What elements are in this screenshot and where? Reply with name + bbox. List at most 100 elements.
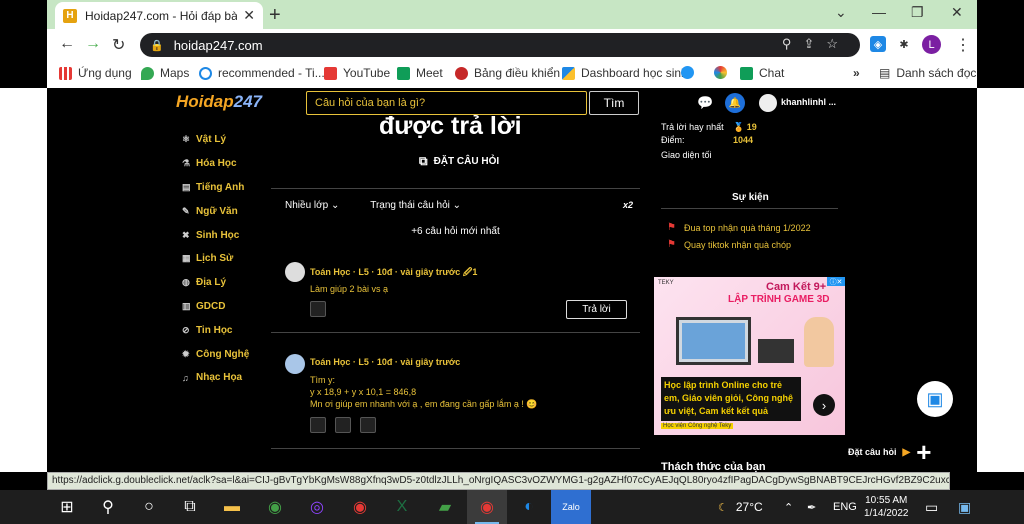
star-icon[interactable]: ☆ — [826, 36, 850, 51]
chatbot-icon[interactable]: ▣ — [917, 381, 953, 417]
messages-icon[interactable]: 💬 — [697, 95, 713, 111]
event-label: Quay tiktok nhận quà chóp — [683, 239, 792, 250]
subject-tieng-anh[interactable]: ▤ Tiếng Anh — [182, 176, 249, 200]
chrome-button[interactable]: ◉ — [255, 490, 295, 524]
username[interactable]: khanhlinhl ... — [781, 97, 836, 107]
language-indicator[interactable]: ENG — [833, 490, 857, 524]
subject-tin-hoc[interactable]: ⊘ Tin Học — [182, 318, 249, 342]
extension-shield-icon[interactable]: ◈ — [870, 36, 886, 52]
new-questions-link[interactable]: +6 câu hỏi mới nhất — [271, 226, 640, 237]
dark-theme-toggle[interactable]: Giao diện tối — [661, 150, 712, 160]
show-desktop-icon[interactable]: ▣ — [958, 490, 971, 524]
subject-dia-ly[interactable]: ◍ Địa Lý — [182, 271, 249, 295]
ad-next-icon[interactable]: › — [813, 394, 835, 416]
divider — [661, 208, 838, 209]
close-tab-icon[interactable]: ✕ — [243, 7, 255, 24]
forward-icon[interactable]: → — [85, 35, 101, 53]
zoom-icon[interactable]: ⚲ — [782, 36, 804, 51]
tab-hoidap247[interactable]: H Hoidap247.com - Hỏi đáp bài tập ✕ — [55, 2, 263, 29]
cortana-button[interactable]: ○ — [129, 490, 169, 524]
bookmark-youtube[interactable]: YouTube — [324, 66, 390, 80]
edge-button[interactable]: ◐ — [509, 490, 549, 524]
share-icon[interactable]: ⇪ — [803, 36, 826, 51]
search-button[interactable]: ⚲ — [88, 490, 128, 524]
subject-gdcd[interactable]: ▥ GDCD — [182, 295, 249, 319]
messenger-button[interactable]: ◎ — [297, 490, 337, 524]
notifications-icon[interactable]: ▭ — [925, 490, 938, 524]
event-link[interactable]: ⚑ Quay tiktok nhận quà chóp — [667, 239, 791, 250]
status-filter[interactable]: Trạng thái câu hỏi ⌄ — [370, 200, 461, 211]
ad-close-icon[interactable]: ⓘ✕ — [827, 277, 845, 286]
globe-icon — [681, 66, 694, 79]
events-title: Sự kiện — [732, 192, 769, 203]
subject-lich-su[interactable]: ▦ Lịch Sử — [182, 247, 249, 271]
advertisement[interactable]: TEKY Cam Kết 9+ LẬP TRÌNH GAME 3D Học lậ… — [654, 277, 845, 435]
site-logo[interactable]: Hoidap247 — [176, 92, 262, 112]
bookmark-maps[interactable]: Maps — [141, 66, 189, 80]
user-avatar[interactable] — [759, 94, 777, 112]
drive-icon — [562, 66, 575, 80]
back-icon[interactable]: ← — [59, 35, 75, 53]
subject-ngu-van[interactable]: ✎ Ngữ Văn — [182, 199, 249, 223]
subject-label: Nhạc Họa — [196, 372, 243, 384]
bookmark-colors[interactable] — [714, 66, 733, 79]
subject-hoa-hoc[interactable]: ⚗ Hóa Học — [182, 152, 249, 176]
subject-nhac-hoa[interactable]: ♫ Nhạc Họa — [182, 366, 249, 390]
subject-cong-nghe[interactable]: ✹ Công Nghệ — [182, 342, 249, 366]
plus-icon: + — [916, 437, 932, 467]
flask-icon: ⚗ — [182, 158, 191, 169]
attachment-thumbnail[interactable] — [360, 417, 376, 433]
event-link[interactable]: ⚑ Đua top nhận quà tháng 1/2022 — [667, 222, 811, 233]
bookmarks-overflow-icon[interactable]: » — [853, 66, 860, 80]
pen-icon[interactable]: ✒ — [807, 490, 816, 524]
ask-question-link[interactable]: ⧉ ĐẶT CÂU HỎI — [419, 154, 499, 169]
clock[interactable]: 10:55 AM 1/14/2022 — [864, 490, 909, 524]
zalo-button[interactable]: Zalo — [551, 490, 591, 524]
profile-avatar[interactable]: L — [922, 35, 941, 54]
chrome-profile-button[interactable]: ◉ — [340, 490, 380, 524]
menu-dots-icon[interactable]: ⋮ — [955, 35, 971, 55]
search-button[interactable]: Tìm — [589, 91, 639, 115]
ask-question-fab[interactable]: Đặt câu hỏi ▶ + — [848, 437, 932, 467]
notification-bell-icon[interactable]: 🔔 — [725, 93, 745, 113]
attachment-thumbnail[interactable] — [335, 417, 351, 433]
subject-label: Lịch Sử — [196, 253, 234, 265]
bookmark-chat[interactable]: Chat — [740, 66, 784, 80]
bookmark-apps[interactable]: Ứng dụng — [59, 66, 132, 80]
bookmark-student-dashboard[interactable]: Dashboard học sinh — [562, 66, 688, 80]
reading-list-label: Danh sách đọc — [896, 66, 977, 80]
minimize-icon[interactable]: — — [872, 4, 886, 20]
bookmark-meet[interactable]: Meet — [397, 66, 443, 80]
extensions-puzzle-icon[interactable]: ✱ — [896, 36, 912, 52]
grade-filter[interactable]: Nhiều lớp ⌄ — [285, 200, 339, 211]
subject-label: Công Nghệ — [196, 348, 250, 360]
task-view-button[interactable]: ⧉ — [170, 490, 210, 524]
subject-vat-ly[interactable]: ⚛ Vật Lý — [182, 128, 249, 152]
attachment-thumbnail[interactable] — [310, 301, 326, 317]
ad-brand: TEKY — [658, 280, 674, 286]
reload-icon[interactable]: ↻ — [112, 35, 125, 55]
start-button[interactable]: ⊞ — [47, 490, 87, 524]
subject-sinh-hoc[interactable]: ✖ Sinh Học — [182, 223, 249, 247]
address-bar[interactable]: 🔒 hoidap247.com ⚲⇪☆ — [140, 33, 860, 57]
answer-button[interactable]: Trả lời — [566, 300, 627, 319]
file-explorer-button[interactable]: ▬ — [212, 490, 252, 524]
pen-icon: ✎ — [182, 205, 190, 216]
weather-widget[interactable]: ☾ 27°C — [718, 490, 763, 524]
tray-overflow-icon[interactable]: ⌃ — [784, 490, 793, 524]
messenger-icon: ◎ — [310, 499, 324, 516]
maps-icon — [141, 66, 154, 80]
bookmark-web[interactable] — [681, 66, 700, 79]
new-tab-icon[interactable]: + — [269, 4, 281, 27]
attachment-thumbnail[interactable] — [310, 417, 326, 433]
hoidap-favicon-icon: H — [63, 8, 77, 23]
close-window-icon[interactable]: ✕ — [951, 4, 963, 21]
bookmark-dashboard[interactable]: Bảng điều khiển — [455, 66, 560, 80]
bookmark-recommended[interactable]: recommended - Ti... — [199, 66, 325, 80]
tab-search-icon[interactable]: ⌄ — [835, 4, 847, 21]
reading-list[interactable]: ▤ Danh sách đọc — [879, 66, 976, 80]
chrome-active-button[interactable]: ◉ — [467, 490, 507, 524]
chat-button[interactable]: ▰ — [425, 490, 465, 524]
restore-icon[interactable]: ❐ — [911, 4, 924, 21]
excel-button[interactable]: X — [382, 490, 422, 524]
